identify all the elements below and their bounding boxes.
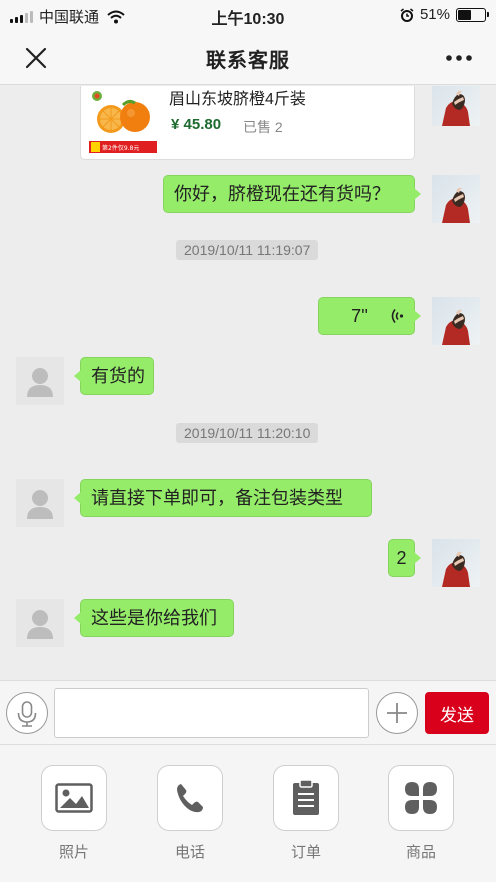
product-image: 第2件仅9.8元 [89, 87, 157, 155]
phone-icon [177, 784, 203, 813]
voice-wave-icon [391, 309, 404, 323]
product-sold-count: 已售 2 [243, 119, 283, 135]
user-avatar[interactable] [432, 175, 480, 223]
clipboard-icon [293, 779, 319, 815]
voice-duration: 7'' [351, 306, 368, 326]
tool-photo[interactable]: 照片 [41, 765, 107, 862]
tool-panel: 照片 电话 订单 商品 [0, 745, 496, 882]
chat-area[interactable]: 第2件仅9.8元 眉山东坡脐橙4斤装 ¥ 45.80 已售 2 你好，脐橙现在还… [0, 86, 496, 680]
tool-order-label: 订单 [290, 844, 321, 861]
message-bubble[interactable]: 有货的 [74, 357, 154, 395]
agent-avatar[interactable] [16, 479, 64, 527]
product-price: ¥ 45.80 [171, 116, 222, 133]
battery-icon [456, 7, 489, 22]
tool-goods[interactable]: 商品 [388, 765, 454, 862]
product-card[interactable]: 第2件仅9.8元 眉山东坡脐橙4斤装 ¥ 45.80 已售 2 [80, 86, 415, 160]
page-title: 联系客服 [206, 50, 290, 72]
status-bar: 中国联通 上午10:30 51% [0, 0, 496, 30]
image-icon [55, 783, 93, 813]
voice-input-button[interactable] [6, 692, 48, 734]
plus-icon [387, 703, 407, 723]
message-bubble[interactable]: 请直接下单即可，备注包装类型 [74, 479, 372, 517]
more-options-button[interactable] [376, 692, 418, 734]
agent-avatar[interactable] [16, 357, 64, 405]
tool-phone-label: 电话 [174, 844, 205, 861]
tool-phone[interactable]: 电话 [157, 765, 223, 862]
agent-avatar[interactable] [16, 599, 64, 647]
user-avatar[interactable] [432, 86, 480, 126]
message-bubble[interactable]: 2 [388, 539, 421, 577]
battery-percent: 51% [419, 6, 450, 23]
message-bubble[interactable]: 这些是你给我们 [74, 599, 234, 637]
tool-goods-label: 商品 [405, 844, 436, 861]
promo-label: 第2件仅9.8元 [102, 144, 139, 152]
timestamp: 2019/10/11 11:19:07 [176, 240, 319, 260]
message-bubble[interactable]: 你好，脐橙现在还有货吗？ [163, 175, 421, 213]
tool-order[interactable]: 订单 [273, 765, 339, 862]
user-avatar[interactable] [432, 539, 480, 587]
nav-bar: 联系客服 [0, 30, 496, 85]
user-avatar[interactable] [432, 297, 480, 345]
product-name: 眉山东坡脐橙4斤装 [169, 91, 306, 108]
message-input[interactable] [54, 688, 369, 738]
voice-message[interactable]: 7'' [318, 297, 421, 335]
input-bar: 发送 [0, 680, 496, 745]
alarm-icon [400, 7, 414, 22]
timestamp: 2019/10/11 11:20:10 [176, 423, 319, 443]
more-icon[interactable] [444, 44, 474, 72]
microphone-icon [17, 701, 37, 727]
apps-icon [405, 782, 437, 814]
send-button[interactable]: 发送 [425, 692, 489, 734]
tool-photo-label: 照片 [58, 844, 89, 861]
